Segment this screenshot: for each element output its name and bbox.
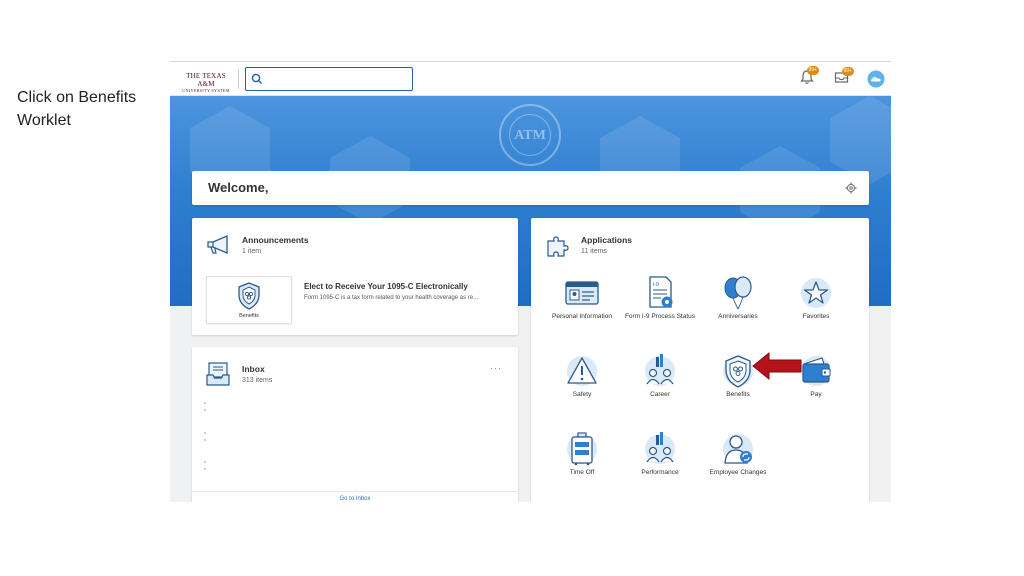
announcements-count: 1 item: [242, 248, 262, 255]
inbox-card: Inbox 313 items ··· Go to Inbox: [192, 347, 518, 502]
announcements-title: Announcements: [242, 235, 309, 245]
welcome-text: Welcome,: [208, 180, 269, 195]
id-card-icon: [565, 281, 599, 305]
announcement-tile-label: Benefits: [239, 313, 259, 319]
tamus-logo[interactable]: THE TEXAS A&M UNIVERSITY SYSTEM: [178, 72, 234, 93]
announcement-benefits-tile[interactable]: Benefits: [206, 276, 292, 324]
slide: Click on Benefits Worklet THE TEXAS A&M …: [0, 0, 1024, 576]
app-label: Safety: [572, 391, 592, 398]
inbox-count: 313 items: [242, 377, 273, 384]
inbox-more-button[interactable]: ···: [490, 363, 502, 373]
app-favorites[interactable]: Favorites: [778, 275, 854, 335]
warning-triangle-icon: [567, 356, 597, 386]
app-label: Personal Information: [552, 313, 612, 320]
workday-home: THE TEXAS A&M UNIVERSITY SYSTEM 99+ 99+: [170, 61, 891, 502]
applications-count: 11 items: [581, 248, 607, 255]
inbox-footer: Go to Inbox: [192, 491, 518, 502]
app-label: Time Off: [569, 469, 595, 476]
svg-text:I-9: I-9: [653, 282, 659, 288]
cloud-avatar-icon: [867, 70, 885, 88]
announcements-card: Announcements 1 item Benefits Elect to R…: [192, 218, 518, 335]
search-input[interactable]: [245, 67, 413, 91]
wallet-icon: [801, 356, 831, 386]
university-seal: ATM: [499, 104, 561, 166]
app-safety[interactable]: Safety: [544, 353, 620, 413]
inbox-title: Inbox: [242, 364, 265, 374]
logo-line1: THE TEXAS A&M: [186, 72, 226, 88]
app-time-off[interactable]: Time Off: [544, 431, 620, 491]
app-anniversaries[interactable]: Anniversaries: [700, 275, 776, 335]
app-label: Favorites: [802, 313, 830, 320]
balloons-icon: [724, 276, 752, 310]
form-document-icon: I-9: [649, 276, 673, 308]
gear-icon[interactable]: [845, 182, 857, 194]
career-people-chart-icon: [645, 354, 675, 386]
seal-monogram: ATM: [509, 114, 551, 156]
app-label: Career: [650, 391, 670, 398]
profile-button[interactable]: [867, 70, 885, 93]
performance-people-chart-icon: [645, 432, 675, 464]
app-label: Pay: [810, 391, 822, 398]
app-performance[interactable]: Performance: [622, 431, 698, 491]
benefits-shield-icon: [723, 355, 753, 388]
megaphone-icon: [207, 235, 228, 254]
my-tasks-button[interactable]: 99+: [834, 67, 854, 89]
instruction-text: Click on Benefits Worklet: [17, 89, 137, 129]
logo-line2: UNIVERSITY SYSTEM: [182, 88, 230, 93]
star-icon: [801, 278, 831, 308]
applications-card: Applications 11 items Personal Informati…: [531, 218, 869, 502]
app-label: Performance: [641, 469, 679, 476]
applications-title: Applications: [581, 235, 633, 245]
app-label: Anniversaries: [718, 313, 758, 320]
app-career[interactable]: Career: [622, 353, 698, 413]
suitcase-icon: [567, 432, 597, 466]
announcement-body: Form 1095-C is a tax form related to you…: [304, 295, 479, 301]
app-employee-changes[interactable]: Employee Changes: [700, 431, 776, 491]
notifications-button[interactable]: 99+: [800, 66, 819, 90]
welcome-bar: Welcome,: [192, 171, 869, 205]
app-personal-information[interactable]: Personal Information: [544, 275, 620, 335]
logo-divider: [238, 69, 239, 89]
app-label: Benefits: [726, 391, 750, 398]
app-label: Form I-9 Process Status: [624, 313, 696, 320]
search-icon: [251, 73, 262, 84]
benefits-shield-icon: [238, 282, 260, 310]
app-label: Employee Changes: [709, 469, 767, 476]
notifications-badge: 99+: [806, 66, 819, 75]
employee-changes-icon: [723, 434, 753, 464]
puzzle-icon: [547, 236, 569, 257]
red-arrow-annotation: [752, 351, 802, 381]
announcement-title[interactable]: Elect to Receive Your 1095-C Electronica…: [304, 282, 468, 291]
inbox-icon: [206, 362, 230, 386]
app-form-i9-process-status[interactable]: I-9 Form I-9 Process Status: [622, 275, 698, 335]
top-bar: THE TEXAS A&M UNIVERSITY SYSTEM 99+ 99+: [170, 62, 891, 96]
inbox-badge: 99+: [841, 67, 854, 76]
go-to-inbox-link[interactable]: Go to Inbox: [192, 496, 518, 502]
